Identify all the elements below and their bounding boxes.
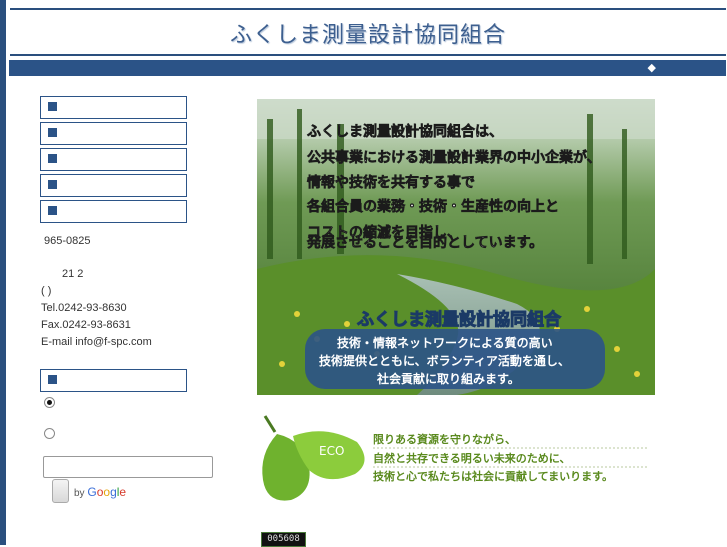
- email-address[interactable]: E-mail info@f-spc.com: [41, 336, 152, 348]
- menu-item-3[interactable]: [40, 148, 187, 171]
- eco-leaf-graphic: ECO 限りある資源を守りながら、 自然と共存できる明るい未来のために、 技術と…: [262, 415, 649, 501]
- google-logo: Google: [87, 485, 127, 499]
- square-bullet-icon: [48, 128, 57, 137]
- search-input[interactable]: [43, 456, 213, 478]
- square-bullet-icon: [48, 102, 57, 111]
- square-bullet-icon: [48, 180, 57, 189]
- hero-line: 各組合員の業務・技術・生産性の向上と: [306, 198, 559, 215]
- square-bullet-icon: [48, 375, 57, 384]
- menu-item-2[interactable]: [40, 122, 187, 145]
- left-border: [0, 0, 6, 545]
- eco-banner: ECO 限りある資源を守りながら、 自然と共存できる明るい未来のために、 技術と…: [257, 414, 655, 506]
- menu-item-5[interactable]: [40, 200, 187, 223]
- square-bullet-icon: [48, 206, 57, 215]
- forest-stream-photo: ふくしま測量設計協同組合は、 公共事業における測量設計業界の中小企業が、 情報や…: [257, 99, 655, 395]
- diamond-icon[interactable]: ◆: [648, 60, 656, 76]
- hero-image: ふくしま測量設計協同組合は、 公共事業における測量設計業界の中小企業が、 情報や…: [257, 99, 655, 395]
- square-bullet-icon: [48, 154, 57, 163]
- hero-line: 発展させることを目的としています。: [306, 234, 543, 251]
- menu-item-1[interactable]: [40, 96, 187, 119]
- hero-line: ふくしま測量設計協同組合は、: [307, 123, 503, 140]
- postal-code: 965-0825: [44, 235, 91, 247]
- search-scope-radio-site[interactable]: [44, 428, 55, 439]
- hero-line: 公共事業における測量設計業界の中小企業が、: [307, 149, 601, 166]
- hero-line: 情報や技術を共有する事で: [307, 174, 475, 191]
- address-line: 21 2: [62, 268, 84, 280]
- hero-banner-line: 技術・情報ネットワークによる質の高い: [337, 335, 553, 350]
- top-nav-bar: ◆: [9, 60, 726, 76]
- tel-number: Tel.0242-93-8630: [41, 302, 127, 314]
- search-scope-radio-web[interactable]: [44, 397, 55, 408]
- side-menu: [40, 96, 187, 226]
- eco-line: 自然と共存できる明るい未来のために、: [373, 451, 570, 465]
- eco-line: 技術と心で私たちは社会に貢献してまいります。: [373, 469, 613, 483]
- hero-banner-line: 技術提供とともに、ボランティア活動を通し、: [319, 353, 570, 368]
- powered-by-google: by Google: [74, 485, 127, 499]
- site-title: ふくしま測量設計協同組合: [229, 23, 506, 48]
- hero-banner-title: ふくしま測量設計協同組合: [357, 309, 562, 330]
- search-heading-box: [40, 369, 187, 392]
- menu-item-4[interactable]: [40, 174, 187, 197]
- hero-banner-line: 社会貢献に取り組みます。: [376, 371, 520, 386]
- eco-badge: ECO: [319, 444, 344, 458]
- site-header: ふくしま測量設計協同組合: [10, 8, 726, 56]
- fax-number: Fax.0242-93-8631: [41, 319, 131, 331]
- search-button[interactable]: [52, 479, 69, 503]
- eco-line: 限りある資源を守りながら、: [373, 432, 516, 446]
- address-line: ( ): [41, 285, 52, 297]
